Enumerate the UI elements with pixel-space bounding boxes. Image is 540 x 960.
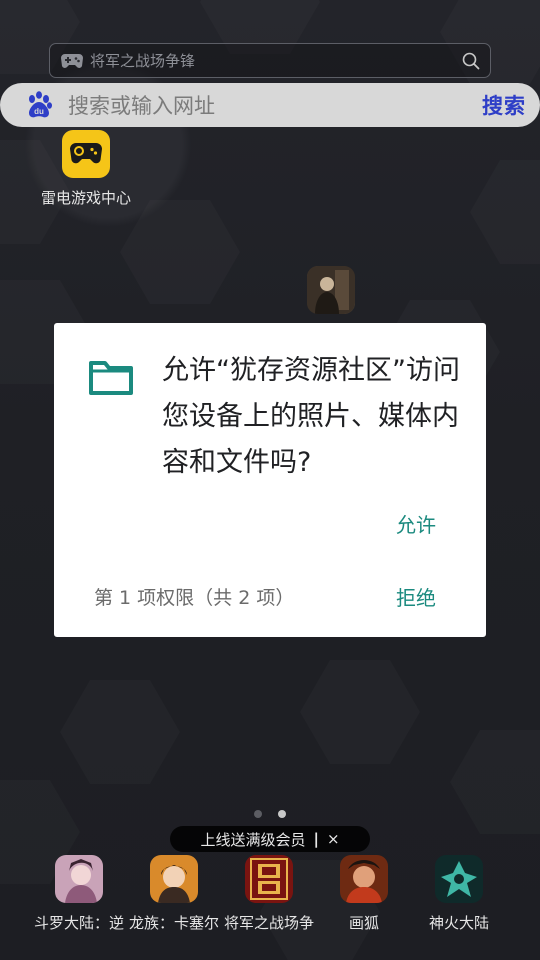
app-icon-shenhuo <box>435 855 483 903</box>
promo-separator: | <box>313 830 319 848</box>
dock: 斗罗大陆：逆 龙族：卡塞尔 将军之战场争 画狐 神火大陆 <box>0 855 540 945</box>
dock-app-douluo[interactable]: 斗罗大陆：逆 <box>29 855 129 933</box>
dock-app-shenhuo[interactable]: 神火大陆 <box>409 855 509 933</box>
dock-app-general[interactable]: 将军之战场争 <box>219 855 319 933</box>
dock-app-huahu[interactable]: 画狐 <box>314 855 414 933</box>
dock-app-dragon[interactable]: 龙族：卡塞尔 <box>124 855 224 933</box>
allow-button[interactable]: 允许 <box>396 509 436 538</box>
page-dot-1[interactable] <box>254 810 262 818</box>
permission-dialog: 允许“犹存资源社区”访问您设备上的照片、媒体内容和文件吗? 允许 第 1 项权限… <box>54 323 486 637</box>
dialog-message: 允许“犹存资源社区”访问您设备上的照片、媒体内容和文件吗? <box>162 355 460 478</box>
folder-icon <box>89 361 133 395</box>
promo-text: 上线送满级会员 <box>200 830 306 849</box>
app-icon-douluo <box>55 855 103 903</box>
deny-button[interactable]: 拒绝 <box>396 582 436 611</box>
permission-counter: 第 1 项权限（共 2 项） <box>94 587 295 609</box>
app-icon-huahu <box>340 855 388 903</box>
app-icon-general <box>245 855 293 903</box>
app-icon-dragon <box>150 855 198 903</box>
page-indicator <box>254 810 286 818</box>
dock-label: 画狐 <box>348 914 379 932</box>
page-dot-2[interactable] <box>278 810 286 818</box>
promo-banner[interactable]: 上线送满级会员 | × <box>170 826 370 852</box>
dock-label: 龙族：卡塞尔 <box>128 914 219 932</box>
close-icon[interactable]: × <box>327 830 340 848</box>
dock-label: 斗罗大陆：逆 <box>33 914 124 932</box>
dock-label: 神火大陆 <box>428 914 489 932</box>
dock-label: 将军之战场争 <box>223 914 314 932</box>
